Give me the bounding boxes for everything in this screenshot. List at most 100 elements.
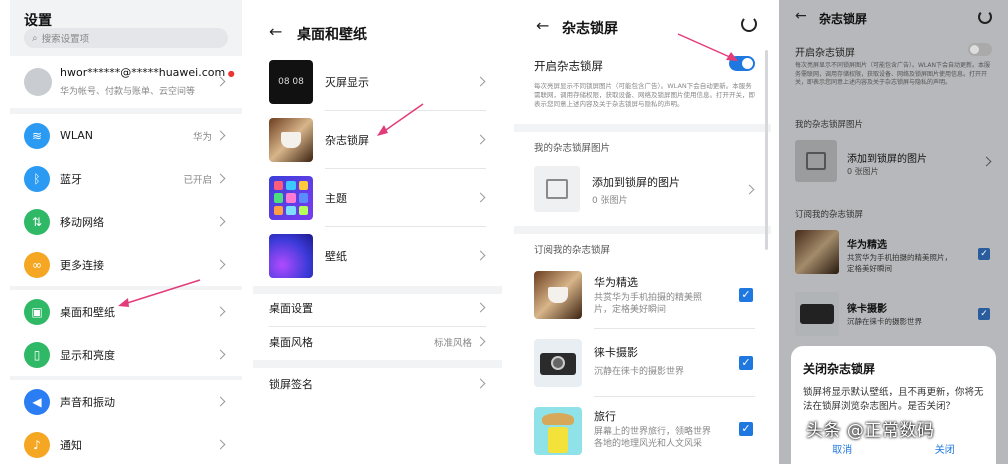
wifi-icon: ≋ [24,122,50,149]
coffee-thumbnail [534,271,582,319]
chevron-right-icon [215,216,226,227]
subscription-item[interactable]: 旅行 屏幕上的世界旅行，领略世界各地的地理风光和人文风采 ✓ [514,402,771,460]
signal-icon: ⇅ [24,208,50,235]
coffee-thumbnail [269,118,313,162]
divider [325,168,486,169]
picture-icon: ▣ [24,298,50,325]
account-name: hwor******@*****huawei.com ● [60,66,235,79]
camera-thumbnail [534,339,582,387]
account-subtitle: 华为帐号、付款与账单、云空间等 [60,87,196,97]
subscription-item[interactable]: 华为精选 共赏华为手机拍摄的精美照片，定格美好瞬间 ✓ [514,266,771,324]
magazine-lock-dialog-screen: ← 杂志锁屏 开启杂志锁屏 每次亮屏显示不同锁屏图片（可能包含广告）。WLAN下… [779,0,1008,464]
page-title: 设置 [24,13,52,29]
divider [594,328,755,329]
travel-thumbnail [534,407,582,455]
picture-icon [534,166,580,212]
section-gap [514,124,771,132]
bluetooth-icon: ᛒ [24,165,50,192]
desktop-wallpaper-screen: ← 桌面和壁纸 08 08 灭屏显示 杂志锁屏 主题 壁纸 桌面设置 桌面风格 [253,0,502,464]
chevron-right-icon [215,306,226,317]
desktop-item-home-style[interactable]: 桌面风格 标准风格 [253,328,502,356]
magazine-lock-screen: ← 杂志锁屏 开启杂志锁屏 每次亮屏显示不同锁屏图片（可能包含广告）。WLAN下… [514,0,771,464]
chevron-right-icon [215,173,226,184]
desktop-item-magazine-lock[interactable]: 杂志锁屏 [253,114,502,166]
section-header: 订阅我的杂志锁屏 [534,245,611,256]
privacy-description: 每次亮屏显示不同锁屏图片（可能包含广告）。WLAN下会自动更新。本服务需联网，调… [795,62,991,86]
section-gap [253,286,502,294]
chevron-right-icon [215,130,226,141]
privacy-description: 每次亮屏显示不同锁屏图片（可能包含广告）。WLAN下会自动更新。本服务需联网，调… [534,82,755,108]
subscription-title: 华为精选 [847,240,887,251]
camera-thumbnail [795,292,839,336]
section-header: 我的杂志锁屏图片 [534,143,611,154]
network-group: ≋ WLAN 华为 ᛒ 蓝牙 已开启 ⇅ 移动网络 ∞ 更多连接 [10,114,242,286]
subscription-desc: 共赏华为手机拍摄的精美照片，定格美好瞬间 [847,253,952,273]
subscription-checkbox[interactable]: ✓ [739,422,753,436]
settings-screen: 设置 ⌕ 搜索设置项 hwor******@*****huawei.com ● … [10,0,242,464]
desktop-item-wallpaper[interactable]: 壁纸 [253,230,502,282]
add-lock-pictures[interactable]: 添加到锁屏的图片 0 张图片 [514,160,771,218]
chevron-right-icon [475,76,486,87]
settings-item-wlan[interactable]: ≋ WLAN 华为 [10,114,242,157]
chevron-right-icon [475,250,486,261]
dialog-body: 锁屏将显示默认壁纸，且不再更新，你将无法在锁屏浏览杂志图片。是否关闭？ [803,387,984,412]
section-gap [253,360,502,368]
subscription-checkbox[interactable]: ✓ [739,288,753,302]
search-input[interactable]: ⌕ 搜索设置项 [24,28,228,48]
chevron-right-icon [215,349,226,360]
desktop-item-theme[interactable]: 主题 [253,172,502,224]
scrollbar[interactable] [765,50,768,250]
settings-item-display[interactable]: ▯ 显示和亮度 [10,333,242,376]
link-icon: ∞ [24,251,50,278]
divider [325,110,486,111]
add-lock-pictures-count: 0 张图片 [847,167,879,176]
subscription-checkbox[interactable]: ✓ [978,248,990,260]
settings-item-more-connections[interactable]: ∞ 更多连接 [10,243,242,286]
avatar [24,68,52,96]
dialog-cancel-button[interactable]: 取消 [791,441,894,456]
settings-item-sound[interactable]: ◀ 声音和振动 [10,380,242,423]
page-title: 杂志锁屏 [819,12,868,26]
speaker-icon: ◀ [24,388,50,415]
subscription-desc: 沉静在徕卡的摄影世界 [847,317,922,326]
page-title: 桌面和壁纸 [297,27,367,43]
toggle-label: 开启杂志锁屏 [795,48,855,59]
section-header: 订阅我的杂志锁屏 [795,210,864,220]
settings-item-bluetooth[interactable]: ᛒ 蓝牙 已开启 [10,157,242,200]
wallpaper-thumbnail [269,234,313,278]
chevron-right-icon [981,156,992,167]
display-icon: ▯ [24,341,50,368]
back-arrow-icon[interactable]: ← [536,16,549,35]
dialog-confirm-button[interactable]: 关闭 [894,441,997,456]
theme-thumbnail [269,176,313,220]
chevron-right-icon [475,336,486,347]
desktop-item-aod[interactable]: 08 08 灭屏显示 [253,56,502,108]
page-title: 杂志锁屏 [562,21,618,37]
chevron-right-icon [744,184,755,195]
magazine-toggle[interactable] [968,43,992,56]
sound-group: ◀ 声音和振动 ♪ 通知 [10,380,242,464]
settings-item-mobile-network[interactable]: ⇅ 移动网络 [10,200,242,243]
subscription-checkbox[interactable]: ✓ [739,356,753,370]
display-group: ▣ 桌面和壁纸 ▯ 显示和亮度 [10,290,242,376]
divider [269,326,486,327]
magazine-toggle[interactable] [729,56,755,71]
account-row[interactable]: hwor******@*****huawei.com ● 华为帐号、付款与账单、… [10,56,242,108]
divider [325,226,486,227]
dialog-title: 关闭杂志锁屏 [803,362,876,376]
subscription-item[interactable]: 徕卡摄影 沉静在徕卡的摄影世界 ✓ [514,334,771,392]
refresh-icon[interactable] [741,16,757,32]
subscription-checkbox[interactable]: ✓ [978,308,990,320]
settings-item-desktop-wallpaper[interactable]: ▣ 桌面和壁纸 [10,290,242,333]
chevron-right-icon [215,439,226,450]
subscription-title: 徕卡摄影 [847,304,887,315]
desktop-item-lock-signature[interactable]: 锁屏签名 [253,370,502,398]
chevron-right-icon [475,192,486,203]
chevron-right-icon [475,134,486,145]
settings-item-notifications[interactable]: ♪ 通知 [10,423,242,464]
desktop-item-home-settings[interactable]: 桌面设置 [253,294,502,322]
picture-icon [795,140,837,182]
back-arrow-icon[interactable]: ← [269,22,282,41]
refresh-icon[interactable] [978,10,992,24]
back-arrow-icon[interactable]: ← [795,8,807,24]
